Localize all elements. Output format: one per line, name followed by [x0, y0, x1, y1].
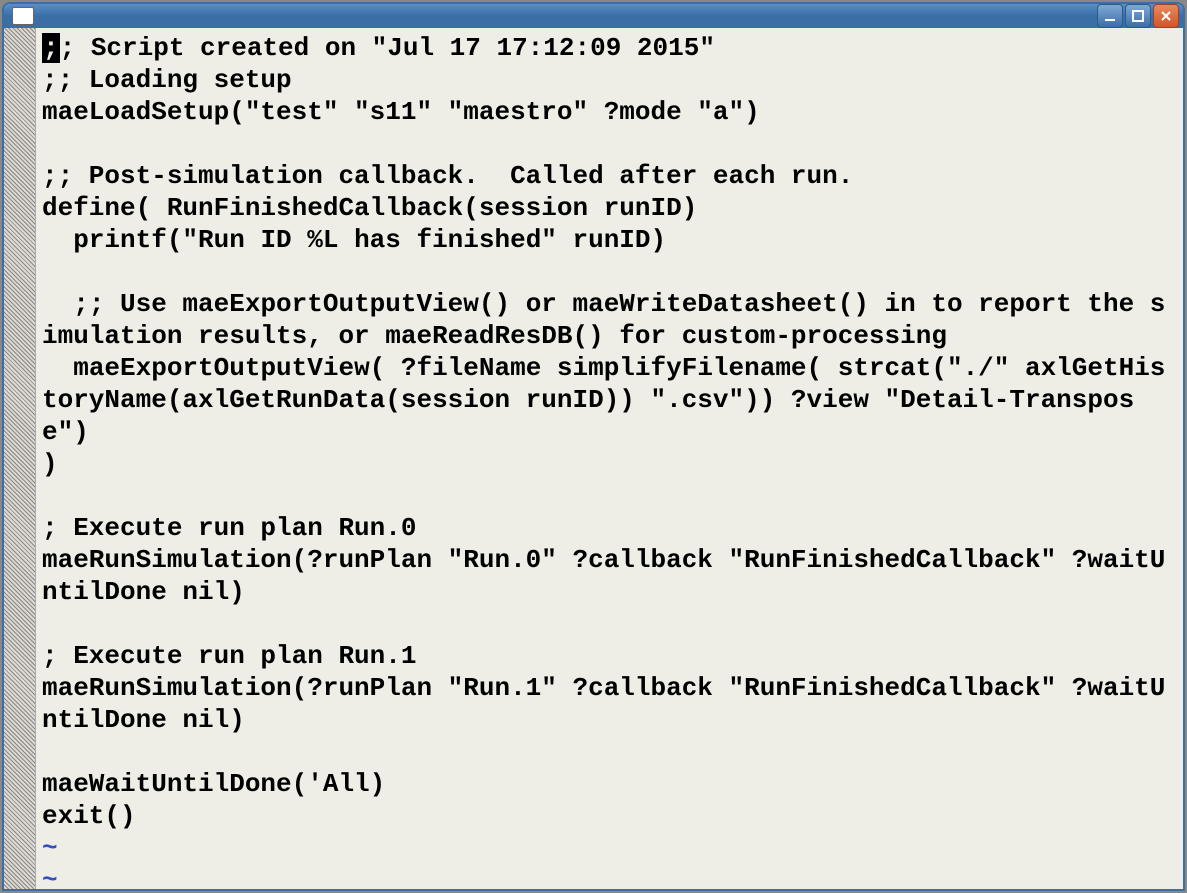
maximize-button[interactable] [1125, 4, 1151, 28]
maximize-icon [1131, 9, 1145, 23]
editor-wrap: ;; Script created on "Jul 17 17:12:09 20… [4, 28, 1183, 891]
app-icon [12, 7, 34, 25]
minimize-button[interactable] [1097, 4, 1123, 28]
close-icon [1159, 9, 1173, 23]
minimize-icon [1103, 9, 1117, 23]
code-editor[interactable]: ;; Script created on "Jul 17 17:12:09 20… [36, 28, 1183, 891]
empty-line-tilde: ~ [42, 865, 58, 891]
empty-line-tilde: ~ [42, 833, 58, 863]
titlebar[interactable] [4, 4, 1183, 28]
close-button[interactable] [1153, 4, 1179, 28]
terminal-window: ;; Script created on "Jul 17 17:12:09 20… [2, 2, 1185, 891]
editor-cursor: ; [42, 33, 60, 63]
titlebar-left [8, 7, 40, 25]
editor-gutter [4, 28, 36, 891]
window-controls [1097, 4, 1179, 28]
